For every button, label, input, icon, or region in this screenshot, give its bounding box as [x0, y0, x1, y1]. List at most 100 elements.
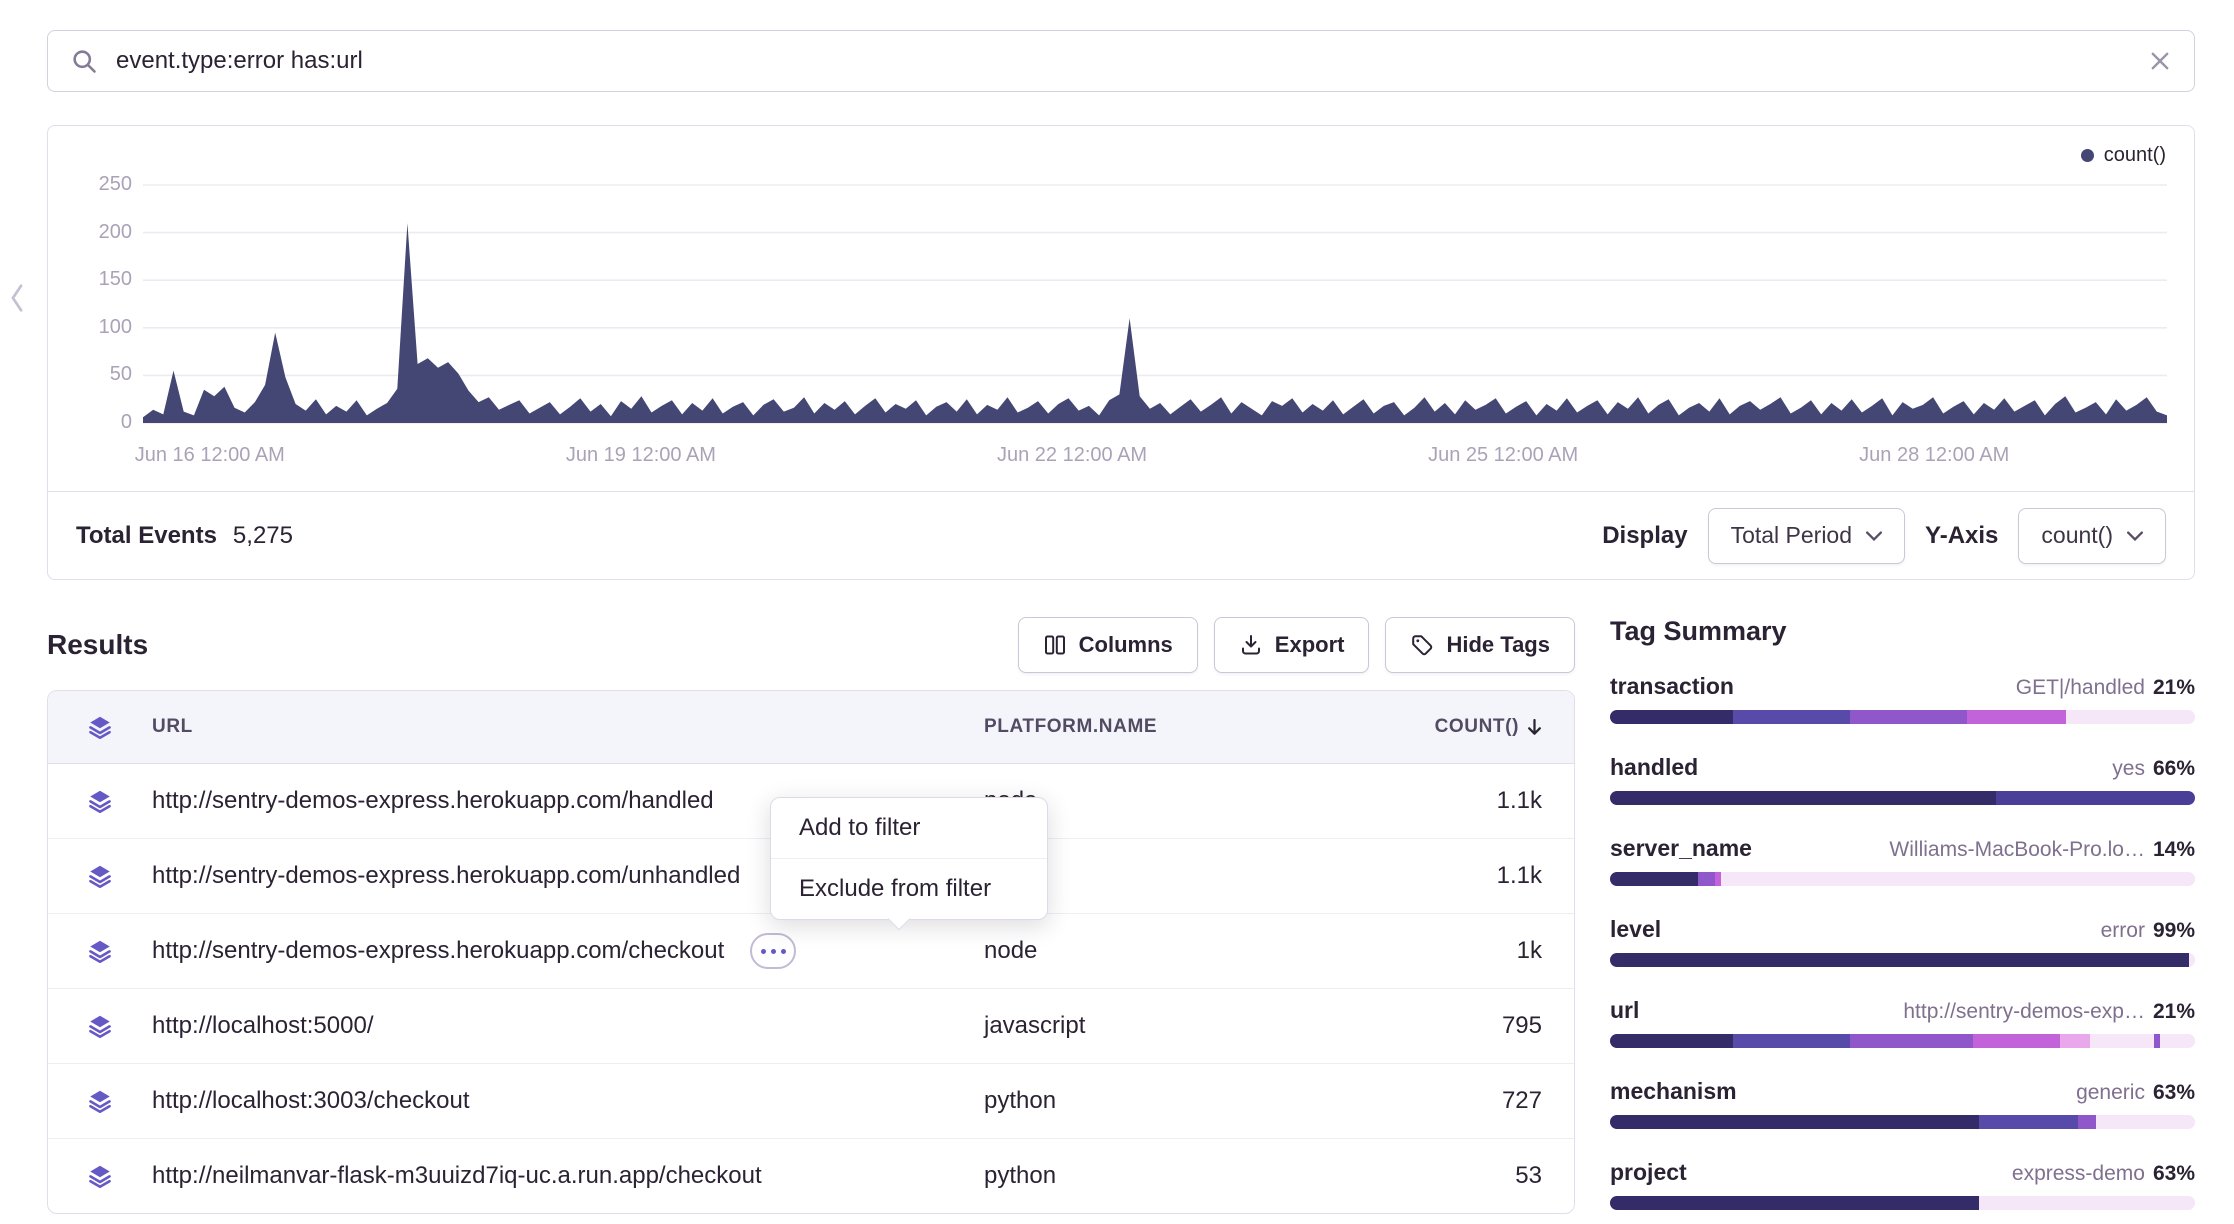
table-header: URL PLATFORM.NAME COUNT() [48, 691, 1574, 764]
tag-bar-segment [1967, 710, 2066, 724]
display-period-dropdown[interactable]: Total Period [1708, 508, 1905, 564]
tag-bar-segment [1721, 872, 2195, 886]
tag-bar-segment [1979, 1115, 2078, 1129]
url-cell: http://sentry-demos-express.herokuapp.co… [152, 787, 714, 815]
tag-bar-segment [1733, 710, 1850, 724]
stack-icon [87, 938, 113, 964]
export-icon [1239, 633, 1263, 657]
tag-bar-segment [1610, 872, 1698, 886]
chart-legend[interactable]: count() [2081, 144, 2166, 167]
tag-entry: url http://sentry-demos-exp…21% [1610, 997, 2195, 1048]
table-row[interactable]: http://localhost:3003/checkoutpython727 [48, 1063, 1574, 1138]
stack-icon [87, 788, 113, 814]
count-cell: 795 [1502, 1012, 1542, 1040]
platform-cell: python [984, 1162, 1056, 1189]
tag-name: mechanism [1610, 1078, 1737, 1105]
x-axis-tick: Jun 16 12:00 AM [135, 444, 285, 467]
menu-item-exclude-from-filter[interactable]: Exclude from filter [771, 858, 1047, 919]
tag-entry: projectexpress-demo63% [1610, 1159, 2195, 1210]
y-axis-tick: 50 [62, 363, 132, 386]
tag-distribution-bar[interactable] [1610, 1115, 2195, 1129]
table-row[interactable]: http://neilmanvar-flask-m3uuizd7iq-uc.a.… [48, 1138, 1574, 1213]
tag-name: transaction [1610, 673, 1734, 700]
chart-plot-area [143, 185, 2167, 423]
tag-bar-segment [1610, 1034, 1733, 1048]
tag-name: server_name [1610, 835, 1752, 862]
x-axis-tick: Jun 28 12:00 AM [1859, 444, 2009, 467]
tag-name: level [1610, 916, 1661, 943]
tag-bar-segment [1610, 953, 2189, 967]
ellipsis-dot [761, 949, 766, 954]
x-axis-tick: Jun 19 12:00 AM [566, 444, 716, 467]
row-context-menu: Add to filter Exclude from filter [770, 797, 1048, 920]
yaxis-label: Y-Axis [1925, 522, 1998, 550]
url-cell: http://sentry-demos-express.herokuapp.co… [152, 937, 724, 965]
tag-bar-segment [1610, 791, 1996, 805]
ellipsis-dot [771, 949, 776, 954]
columns-button[interactable]: Columns [1018, 617, 1198, 673]
tag-top-value: express-demo63% [2012, 1162, 2195, 1186]
display-label: Display [1602, 522, 1687, 550]
tag-bar-segment [1979, 1196, 2195, 1210]
tag-bar-segment [1850, 1034, 1973, 1048]
chart-x-axis: Jun 16 12:00 AMJun 19 12:00 AMJun 22 12:… [143, 444, 2167, 472]
events-chart-panel: count() 050100150200250 Jun 16 12:00 AMJ… [47, 125, 2195, 580]
tag-bar-segment [2078, 1115, 2096, 1129]
hide-tags-button-label: Hide Tags [1446, 632, 1550, 658]
export-button[interactable]: Export [1214, 617, 1370, 673]
columns-button-label: Columns [1079, 632, 1173, 658]
column-header-count[interactable]: COUNT() [1366, 716, 1576, 738]
tag-bar-segment [1698, 872, 1716, 886]
tag-bar-segment [1996, 791, 2195, 805]
tag-bar-segment [2096, 1115, 2195, 1129]
tag-top-value: http://sentry-demos-exp…21% [1903, 1000, 2195, 1024]
tag-top-value: yes66% [2112, 757, 2195, 781]
url-cell: http://localhost:3003/checkout [152, 1087, 470, 1115]
column-header-url[interactable]: URL [152, 716, 984, 738]
row-actions-button[interactable] [750, 933, 796, 969]
tag-summary: Tag Summary transactionGET|/handled21%ha… [1610, 616, 2195, 1224]
tag-distribution-bar[interactable] [1610, 953, 2195, 967]
tag-distribution-bar[interactable] [1610, 1196, 2195, 1210]
hide-tags-button[interactable]: Hide Tags [1385, 617, 1575, 673]
x-axis-tick: Jun 25 12:00 AM [1428, 444, 1578, 467]
tag-entry: levelerror99% [1610, 916, 2195, 967]
stack-icon [87, 1013, 113, 1039]
tag-name: url [1610, 997, 1639, 1024]
tag-bar-segment [2090, 1034, 2154, 1048]
search-input[interactable] [114, 46, 2132, 76]
tag-distribution-bar[interactable] [1610, 1034, 2195, 1048]
tag-bar-segment [1610, 1115, 1979, 1129]
tag-bar-segment [1610, 1196, 1979, 1210]
tag-entry: transactionGET|/handled21% [1610, 673, 2195, 724]
x-axis-tick: Jun 22 12:00 AM [997, 444, 1147, 467]
yaxis-dropdown[interactable]: count() [2018, 508, 2166, 564]
tag-name: handled [1610, 754, 1698, 781]
tag-distribution-bar[interactable] [1610, 872, 2195, 886]
legend-dot [2081, 149, 2094, 162]
column-header-platform[interactable]: PLATFORM.NAME [984, 716, 1366, 738]
count-cell: 53 [1515, 1162, 1542, 1190]
results-title: Results [47, 629, 148, 661]
tag-distribution-bar[interactable] [1610, 791, 2195, 805]
y-axis-tick: 0 [62, 411, 132, 434]
stack-icon [87, 714, 113, 740]
table-row[interactable]: http://sentry-demos-express.herokuapp.co… [48, 913, 1574, 988]
discover-page: count() 050100150200250 Jun 16 12:00 AMJ… [0, 0, 2234, 1224]
total-events-value: 5,275 [233, 522, 293, 550]
platform-cell: node [984, 937, 1037, 964]
menu-item-add-to-filter[interactable]: Add to filter [771, 798, 1047, 858]
clear-search-icon[interactable] [2148, 49, 2172, 73]
export-button-label: Export [1275, 632, 1345, 658]
count-cell: 1.1k [1497, 787, 1542, 815]
stack-icon [87, 1088, 113, 1114]
tag-bar-segment [2189, 953, 2195, 967]
tag-distribution-bar[interactable] [1610, 710, 2195, 724]
table-row[interactable]: http://localhost:5000/javascript795 [48, 988, 1574, 1063]
tag-bar-segment [1733, 1034, 1850, 1048]
y-axis-tick: 100 [62, 316, 132, 339]
count-cell: 1.1k [1497, 862, 1542, 890]
y-axis-tick: 150 [62, 268, 132, 291]
tag-bar-segment [2060, 1034, 2089, 1048]
panel-resize-handle[interactable] [10, 283, 24, 318]
